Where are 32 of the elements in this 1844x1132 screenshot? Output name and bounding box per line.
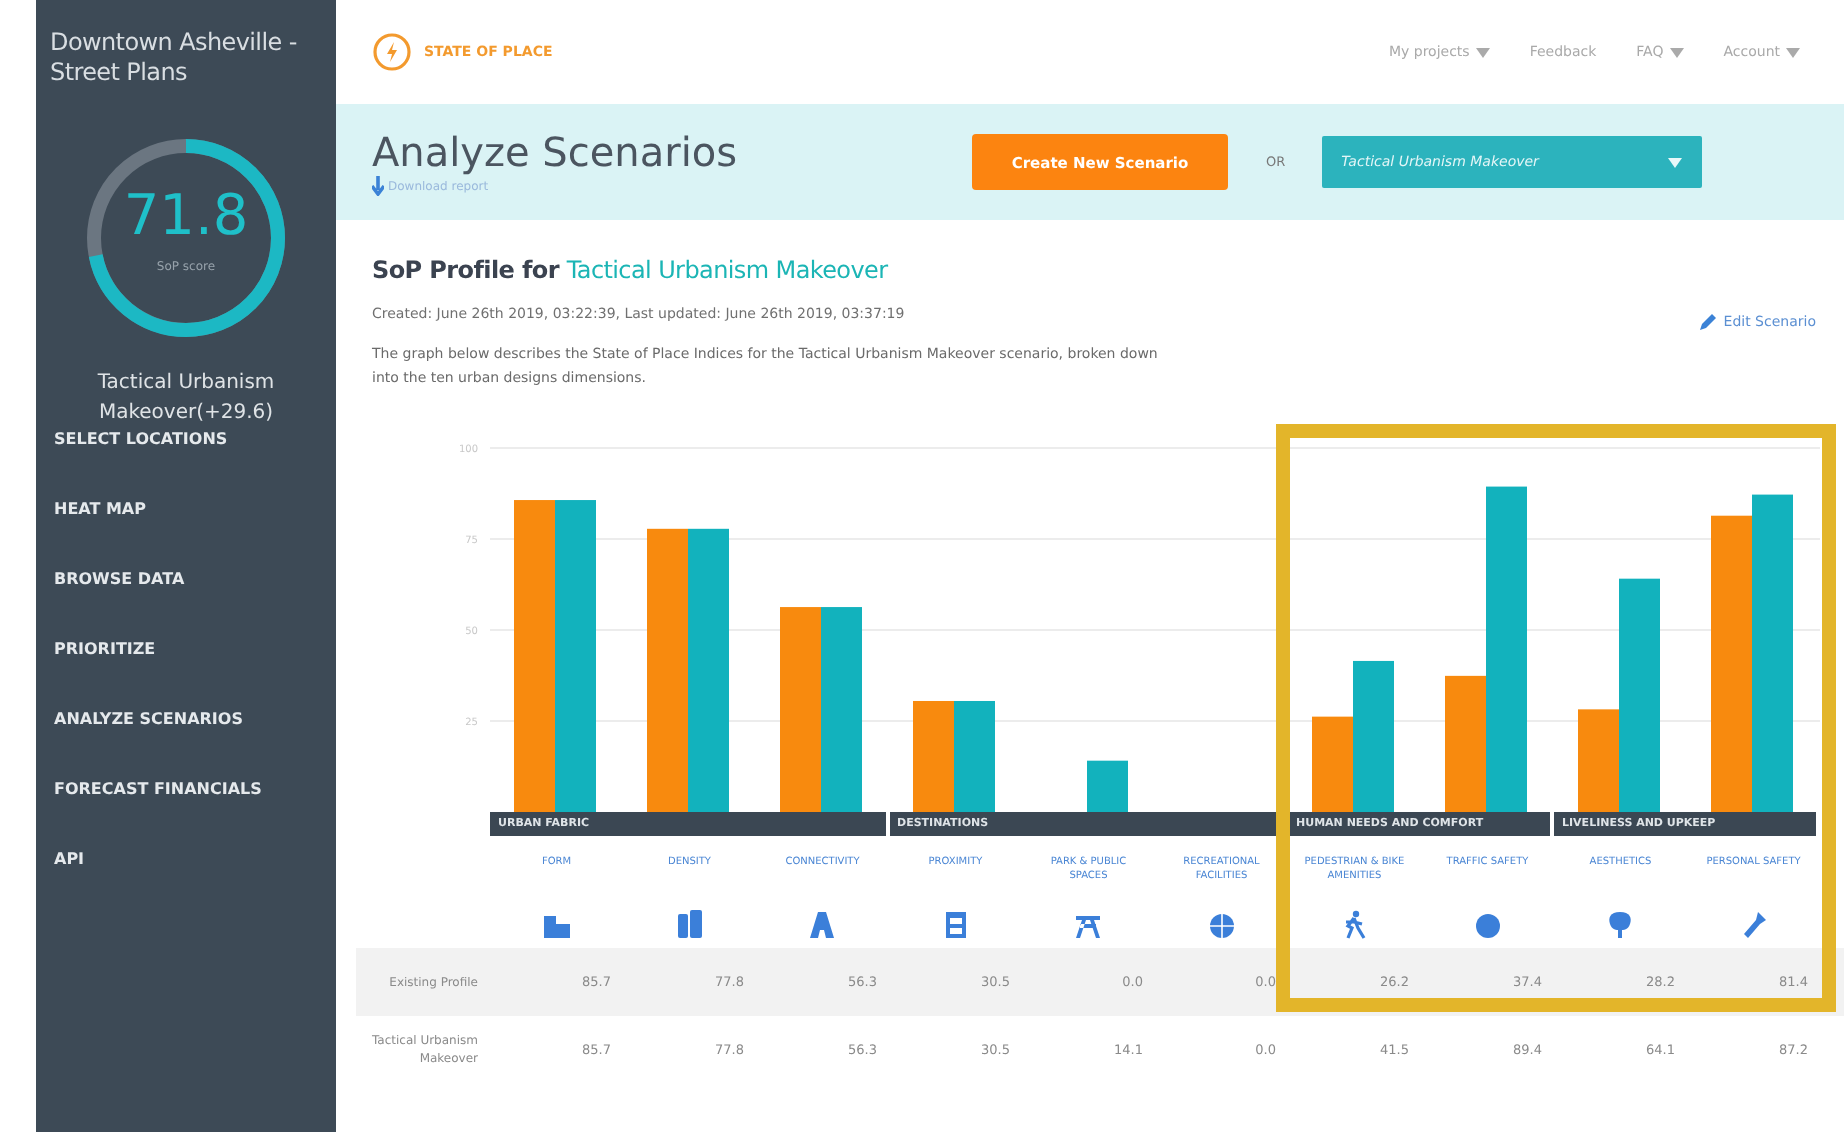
dimension-icon bbox=[675, 910, 704, 940]
profile-heading: SoP Profile for Tactical Urbanism Makeover bbox=[372, 256, 890, 284]
sidebar-item[interactable]: BROWSE DATA bbox=[54, 568, 336, 638]
logo-icon bbox=[372, 32, 412, 72]
dimension-icon bbox=[1207, 910, 1236, 940]
scenario-caption: Tactical Urbanism Makeover(+29.6) bbox=[95, 370, 277, 428]
bar bbox=[1087, 760, 1128, 812]
dimension-icon bbox=[1074, 910, 1103, 940]
caret-icon bbox=[1667, 157, 1682, 167]
pencil-icon bbox=[1699, 312, 1718, 330]
score-value: 71.8 bbox=[121, 182, 251, 248]
download-icon bbox=[372, 176, 384, 196]
dimension-icon bbox=[941, 910, 970, 940]
sidebar-item[interactable]: SELECT LOCATIONS bbox=[54, 428, 336, 498]
caret-icon bbox=[1475, 47, 1490, 57]
caret-icon bbox=[1786, 47, 1800, 57]
dimension-icon bbox=[1606, 910, 1635, 940]
caret-icon bbox=[1669, 47, 1684, 57]
dimension-icon bbox=[542, 910, 571, 940]
sidebar-item[interactable]: PRIORITIZE bbox=[54, 638, 336, 708]
dimension-icon bbox=[808, 910, 837, 940]
bar bbox=[954, 701, 995, 812]
project-title: Downtown Asheville - Street Plans bbox=[50, 28, 299, 88]
page-title: Analyze Scenarios bbox=[372, 128, 740, 176]
sidebar-item[interactable]: API bbox=[54, 848, 336, 918]
bar bbox=[913, 701, 954, 812]
sidebar-item[interactable]: FORECAST FINANCIALS bbox=[54, 778, 336, 848]
sidebar-item[interactable]: ANALYZE SCENARIOS bbox=[54, 708, 336, 778]
sidebar-item[interactable]: HEAT MAP bbox=[54, 498, 336, 568]
dimension-icon bbox=[1340, 910, 1369, 940]
dimension-icon bbox=[1473, 910, 1502, 940]
dimension-icon bbox=[1739, 910, 1768, 940]
